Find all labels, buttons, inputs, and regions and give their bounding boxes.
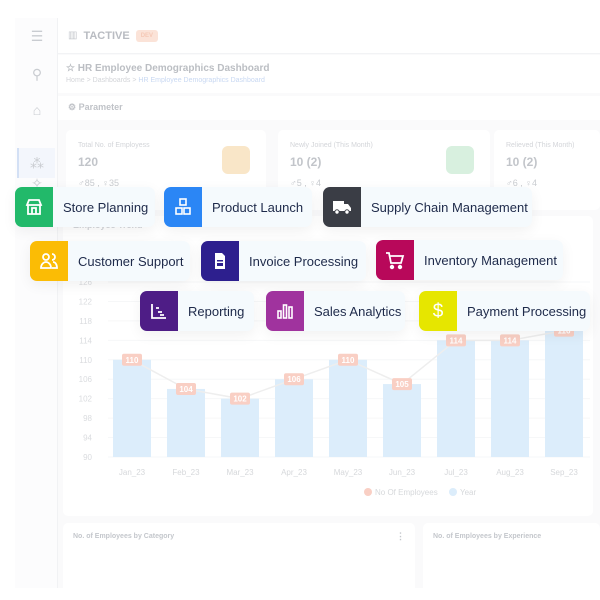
dollar-icon: $ (419, 291, 457, 331)
legend-marker (449, 488, 457, 496)
invoice-icon (201, 241, 239, 281)
chip-label: Sales Analytics (314, 303, 402, 319)
chip-customer-support[interactable]: Customer Support (30, 241, 190, 281)
data-label: 114 (504, 336, 517, 345)
y-tick-label: 98 (83, 414, 92, 423)
chip-label: Payment Processing (467, 303, 587, 319)
bar (275, 379, 313, 457)
data-label: 106 (287, 375, 301, 384)
bar (329, 359, 367, 457)
data-label: 102 (233, 395, 247, 404)
data-label: 104 (179, 385, 193, 394)
data-label: 110 (126, 356, 139, 365)
chip-sales-analytics[interactable]: Sales Analytics (266, 291, 405, 331)
y-tick-label: 118 (79, 317, 92, 326)
x-tick-label: Mar_23 (226, 468, 254, 477)
chip-label: Store Planning (63, 199, 149, 215)
chip-product-launch[interactable]: Product Launch (164, 187, 312, 227)
chip-label: Product Launch (212, 199, 304, 215)
chip-supply-chain-management[interactable]: Supply Chain Management (323, 187, 532, 227)
x-tick-label: Aug_23 (496, 468, 524, 477)
chip-label: Invoice Processing (249, 253, 359, 269)
boxes-icon (164, 187, 202, 227)
legend-marker (364, 488, 372, 496)
chip-invoice-processing[interactable]: Invoice Processing (201, 241, 366, 281)
chip-label: Supply Chain Management (371, 199, 528, 215)
x-tick-label: Jul_23 (444, 468, 468, 477)
x-tick-label: May_23 (334, 468, 363, 477)
legend-label: Year (460, 488, 477, 497)
chip-label: Inventory Management (424, 252, 557, 268)
chip-payment-processing[interactable]: $ Payment Processing (419, 291, 590, 331)
bar (383, 384, 421, 457)
chip-label: Customer Support (78, 253, 184, 269)
store-icon (15, 187, 53, 227)
y-tick-label: 110 (79, 356, 92, 365)
data-label: 105 (395, 380, 409, 389)
bar (437, 340, 475, 457)
y-tick-label: 102 (79, 395, 93, 404)
data-label: 110 (342, 356, 355, 365)
customer-support-icon (30, 241, 68, 281)
y-tick-label: 114 (79, 336, 92, 345)
bar (167, 388, 205, 457)
legend-label: No Of Employees (375, 488, 438, 497)
data-label: 114 (450, 336, 463, 345)
y-tick-label: 90 (83, 453, 92, 462)
bar (545, 330, 583, 457)
x-tick-label: Jun_23 (389, 468, 416, 477)
bar (491, 340, 529, 457)
svg-text:$: $ (433, 301, 444, 322)
chip-reporting[interactable]: Reporting (140, 291, 254, 331)
chip-store-planning[interactable]: Store Planning (15, 187, 155, 227)
chip-label: Reporting (188, 303, 245, 319)
x-tick-label: Sep_23 (550, 468, 578, 477)
bar (221, 398, 259, 457)
report-icon (140, 291, 178, 331)
bar-chart-icon (266, 291, 304, 331)
y-tick-label: 106 (79, 375, 93, 384)
x-tick-label: Feb_23 (172, 468, 200, 477)
cart-icon (376, 240, 414, 280)
chip-inventory-management[interactable]: Inventory Management (376, 240, 563, 280)
truck-icon (323, 187, 361, 227)
x-tick-label: Apr_23 (281, 468, 307, 477)
x-tick-label: Jan_23 (119, 468, 146, 477)
y-tick-label: 122 (79, 297, 93, 306)
y-tick-label: 94 (83, 434, 92, 443)
bar (113, 359, 151, 457)
